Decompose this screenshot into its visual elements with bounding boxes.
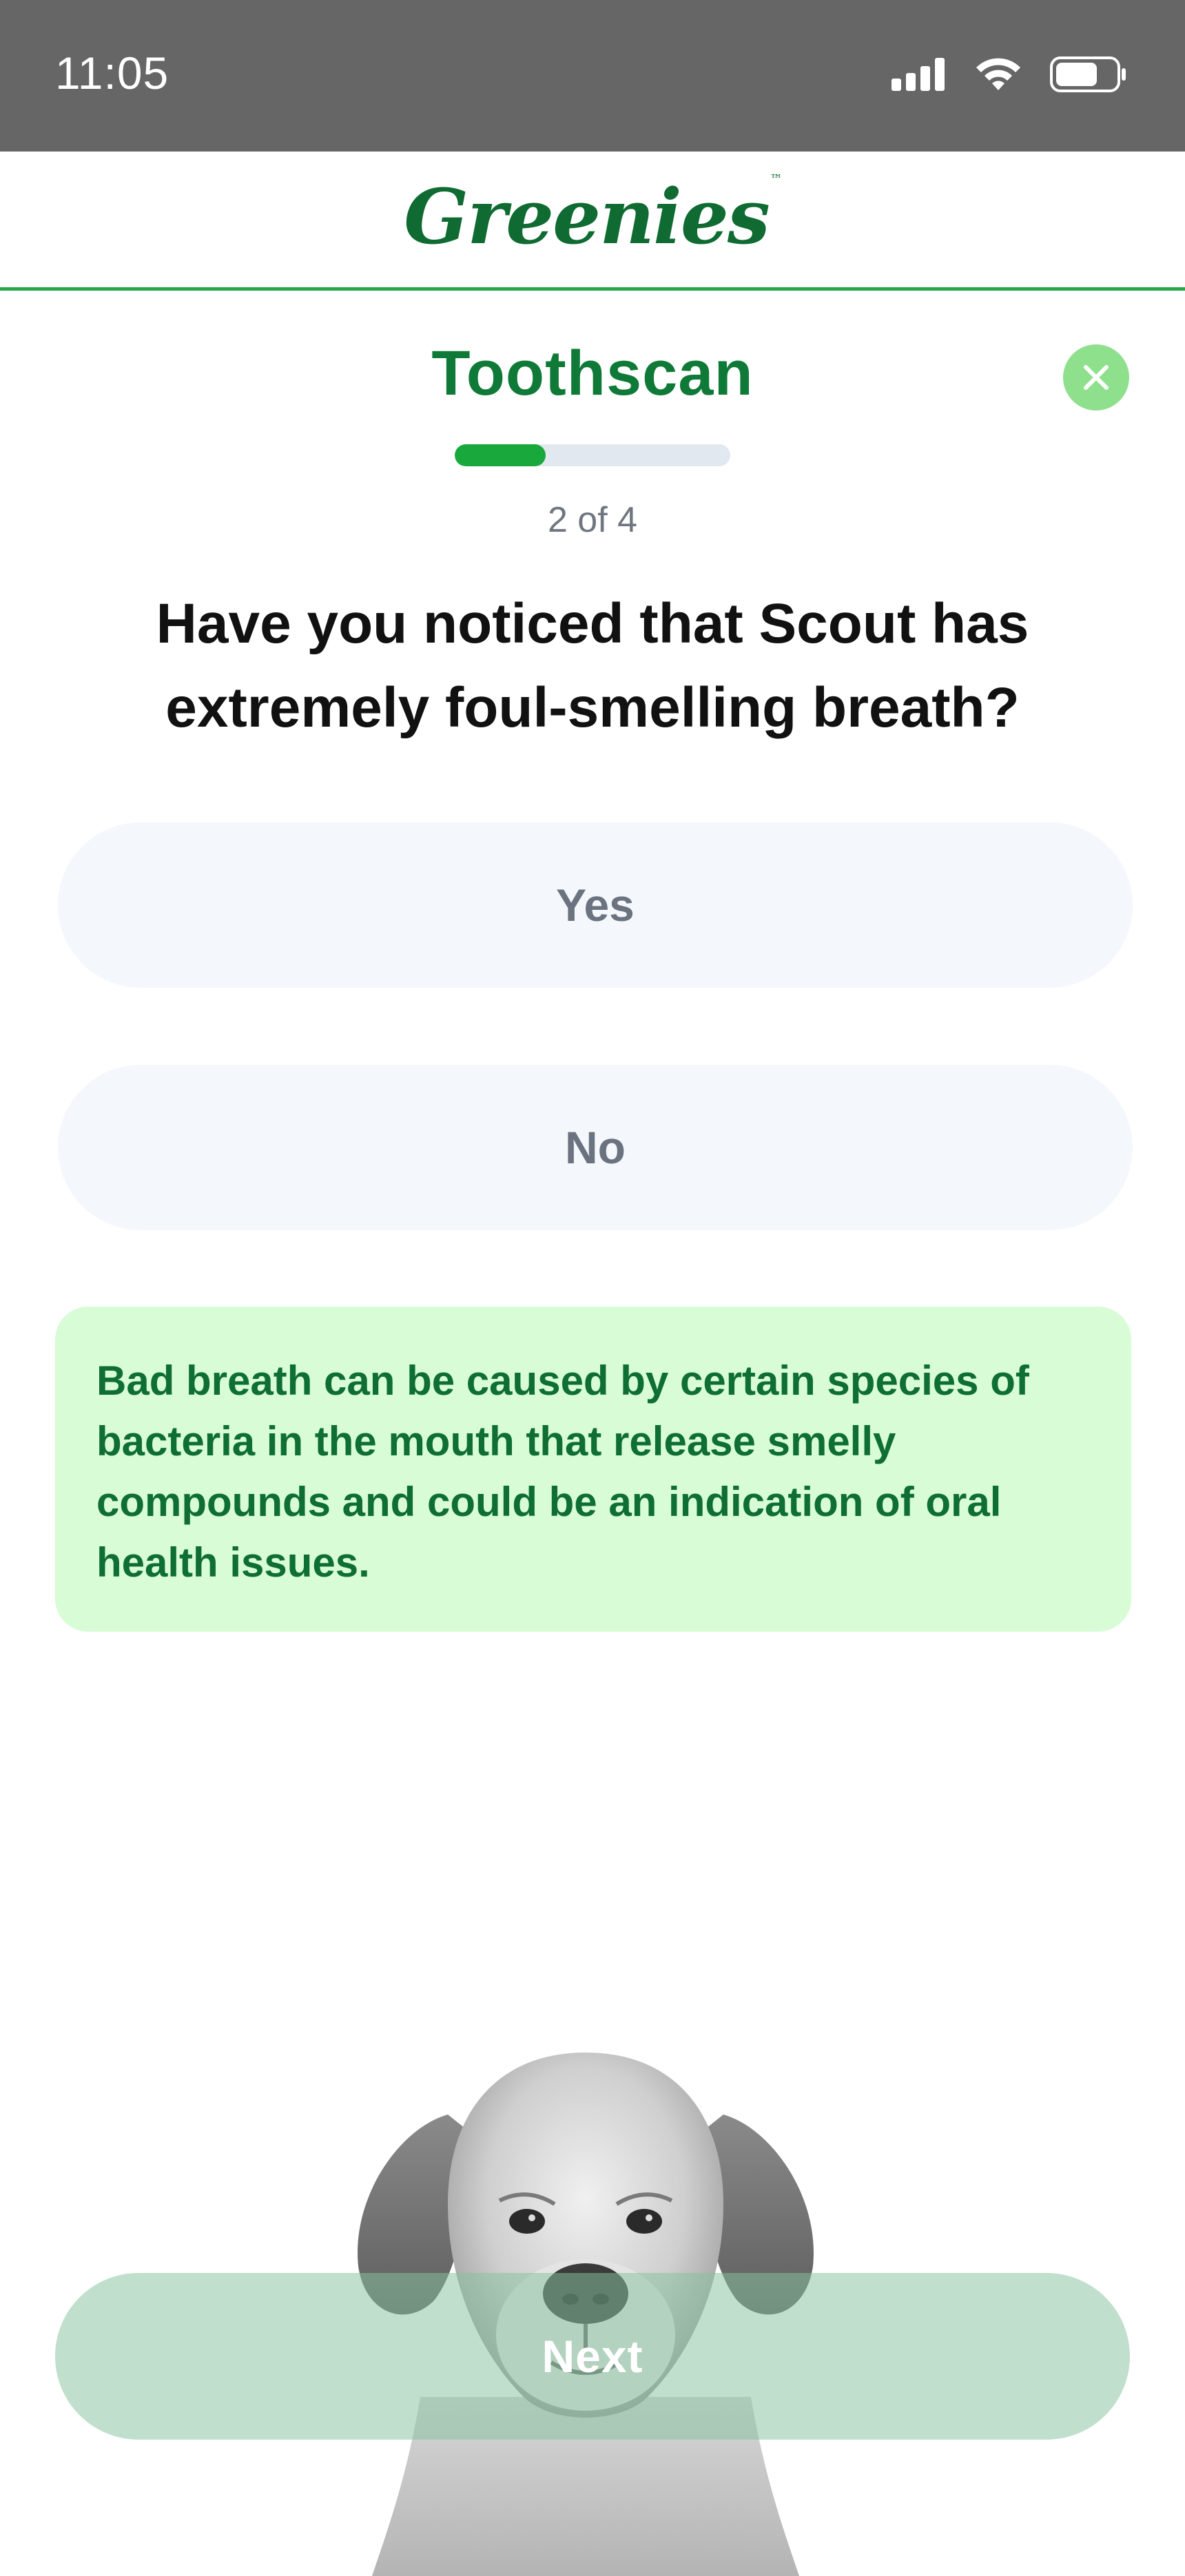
question-text: Have you noticed that Scout has extremel… <box>156 592 1029 739</box>
status-bar: 11:05 <box>0 0 1185 152</box>
close-button[interactable] <box>1063 344 1129 411</box>
answer-yes-button[interactable]: Yes <box>58 822 1133 988</box>
greenies-logo: Greenies ™ <box>0 172 1185 261</box>
answer-no-button[interactable]: No <box>58 1065 1133 1230</box>
battery-icon <box>1050 56 1127 92</box>
status-time: 11:05 <box>55 48 169 98</box>
info-box: Bad breath can be caused by certain spec… <box>55 1307 1131 1632</box>
progress-fill <box>455 444 546 466</box>
wifi-icon <box>974 57 1022 92</box>
progress-label: 2 of 4 <box>547 500 638 540</box>
next-button[interactable]: Next <box>55 2273 1130 2440</box>
status-icons <box>892 54 1127 95</box>
app-header: Greenies ™ <box>0 152 1185 291</box>
logo-trademark: ™ <box>770 172 783 187</box>
page-title: Toothscan <box>431 338 754 408</box>
app-screen: 11:05 Greenies ™ Toothscan 2 of 4 Have y… <box>0 0 1185 2576</box>
signal-icon <box>892 58 947 91</box>
info-text: Bad breath can be caused by certain spec… <box>96 1358 1029 1586</box>
progress-bar <box>455 444 730 466</box>
logo-text: Greenies <box>404 172 770 261</box>
close-icon <box>1084 365 1109 390</box>
